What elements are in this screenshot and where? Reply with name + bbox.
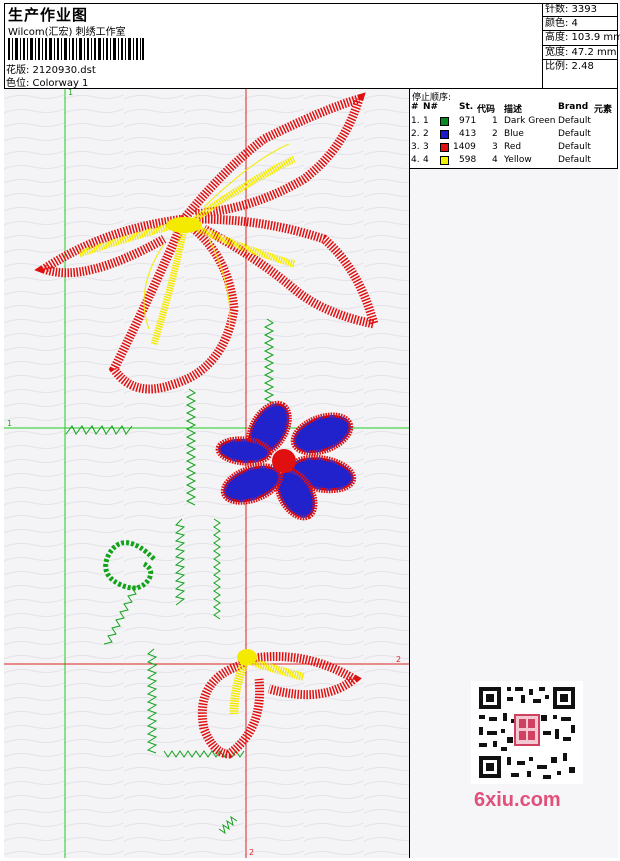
color-swatch xyxy=(440,117,449,126)
row-brand: Default xyxy=(558,155,591,165)
guide-v2-label: 2 xyxy=(249,848,254,857)
qr-code[interactable] xyxy=(471,681,583,784)
col-needle: N# xyxy=(423,102,439,112)
guide-v1-label: 1 xyxy=(68,89,73,97)
row-needle: 3 xyxy=(423,142,429,152)
row-needle: 1 xyxy=(423,116,429,126)
row-index: 4. xyxy=(411,155,420,165)
row-description: Yellow xyxy=(504,155,532,165)
guide-h2-label: 2 xyxy=(396,655,401,664)
page-title: 生产作业图 xyxy=(8,6,89,24)
col-stitches: St. xyxy=(459,102,474,112)
row-needle: 4 xyxy=(423,155,429,165)
barcode xyxy=(8,38,144,60)
row-index: 3. xyxy=(411,142,420,152)
row-code: 3 xyxy=(492,142,498,152)
color-count: 颜色: 4 xyxy=(543,17,618,32)
row-code: 4 xyxy=(492,155,498,165)
header: 生产作业图 Wilcom(汇宏) 刺绣工作室 花版: 2120930.dst 色… xyxy=(4,3,620,89)
row-brand: Default xyxy=(558,116,591,126)
row-stitches: 598 xyxy=(459,155,477,165)
row-description: Red xyxy=(504,142,522,152)
col-index: # xyxy=(411,102,419,112)
design-width: 宽度: 47.2 mm xyxy=(543,46,618,60)
guide-h1-label: 1 xyxy=(7,419,12,428)
row-code: 1 xyxy=(492,116,498,126)
stitch-count: 针数: 3393 xyxy=(543,3,618,18)
row-description: Dark Green xyxy=(504,116,556,126)
color-swatch xyxy=(440,156,449,165)
row-code: 2 xyxy=(492,129,498,139)
row-index: 2. xyxy=(411,129,420,139)
table-row[interactable]: 4. 4 598 4 Yellow Default xyxy=(410,155,618,167)
row-needle: 2 xyxy=(423,129,429,139)
row-stitches: 971 xyxy=(459,116,477,126)
table-row[interactable]: 1. 1 971 1 Dark Green Default xyxy=(410,116,618,128)
row-brand: Default xyxy=(558,129,591,139)
col-description: 描述 xyxy=(504,105,523,115)
row-index: 1. xyxy=(411,116,420,126)
design-height: 高度: 103.9 mm xyxy=(543,31,620,46)
stop-sequence-header: # N# St. 代码 描述 Brand 元素 xyxy=(410,102,618,115)
col-code: 代码 xyxy=(477,105,496,115)
stop-sequence-panel: 停止顺序: # N# St. 代码 描述 Brand 元素 1. 1 971 1… xyxy=(410,89,618,169)
row-brand: Default xyxy=(558,142,591,152)
row-description: Blue xyxy=(504,129,524,139)
studio-subtitle: Wilcom(汇宏) 刺绣工作室 xyxy=(8,27,126,38)
table-row[interactable]: 2. 2 413 2 Blue Default xyxy=(410,129,618,141)
row-stitches: 413 xyxy=(459,129,477,139)
watermark-brand[interactable]: 6xiu.com xyxy=(474,789,561,812)
col-brand: Brand xyxy=(558,102,589,112)
color-swatch xyxy=(440,130,449,139)
stats-panel: 针数: 3393 颜色: 4 高度: 103.9 mm 宽度: 47.2 mm … xyxy=(542,3,620,89)
colorway-label: 色位: Colorway 1 xyxy=(6,78,89,89)
design-canvas[interactable]: 1 1 2 2 xyxy=(4,89,410,858)
table-row[interactable]: 3. 3 1409 3 Red Default xyxy=(410,142,618,154)
col-element: 元素 xyxy=(594,105,613,115)
color-swatch xyxy=(440,143,449,152)
row-stitches: 1409 xyxy=(453,142,476,152)
embroidery-preview: 1 1 2 2 xyxy=(4,89,409,858)
design-scale: 比例: 2.48 xyxy=(545,60,594,72)
